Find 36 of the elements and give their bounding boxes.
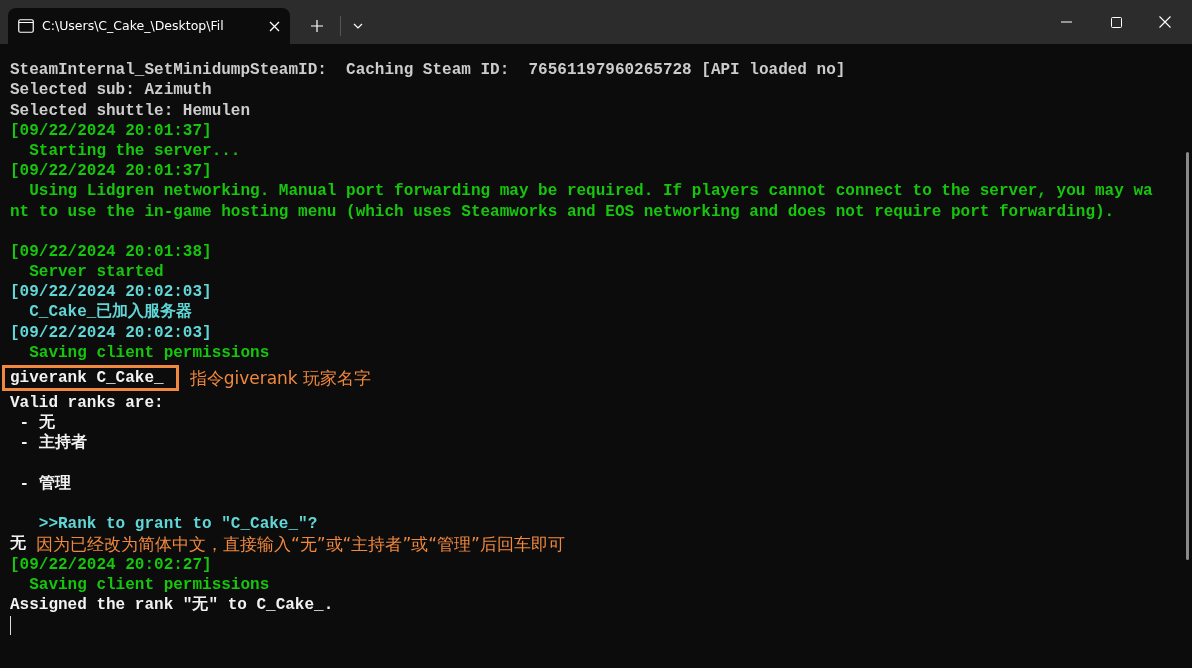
dropdown-icon[interactable] bbox=[353, 23, 363, 29]
terminal-icon bbox=[18, 19, 34, 33]
console-line: [09/22/2024 20:01:38] bbox=[10, 241, 212, 263]
console-line: nt to use the in-game hosting menu (which uses Steamworks and EOS networking and does not require port forwarding). bbox=[10, 201, 1115, 222]
maximize-icon[interactable] bbox=[1111, 16, 1122, 28]
console-line: [09/22/2024 20:02:03] bbox=[10, 282, 212, 302]
terminal-tab[interactable]: C:\Users\C_Cake_\Desktop\Fil bbox=[8, 8, 290, 44]
annotation-text: 因为已经改为简体中文，直接输入“无”或“主持者”或“管理”后回车即可 bbox=[36, 534, 565, 555]
text-cursor bbox=[10, 615, 11, 635]
console-line: - 无 bbox=[18, 413, 55, 433]
console-line: [09/22/2024 20:02:03] bbox=[10, 322, 212, 343]
console-line: Valid ranks are: bbox=[10, 393, 164, 414]
console-line: Starting the server... bbox=[28, 140, 241, 162]
add-icon[interactable] bbox=[311, 20, 323, 32]
console-line: >>Rank to grant to "C_Cake_"? bbox=[37, 514, 318, 535]
console-line: Server started bbox=[28, 262, 164, 283]
console-line: [09/22/2024 20:02:27] bbox=[10, 554, 212, 575]
console-line: - 主持者 bbox=[18, 433, 87, 454]
console-line: C_Cake_已加入服务器 bbox=[28, 302, 193, 323]
command-text: giverank C_Cake_ bbox=[10, 369, 164, 387]
console-line: Selected sub: Azimuth bbox=[10, 80, 212, 101]
annotation-text: 指令giverank 玩家名字 bbox=[189, 367, 372, 389]
console-line: Selected shuttle: Hemulen bbox=[10, 100, 251, 121]
console-line: Saving client permissions bbox=[28, 342, 270, 364]
console-line: 无 bbox=[10, 534, 26, 555]
tab-title: C:\Users\C_Cake_\Desktop\Fil bbox=[42, 16, 225, 35]
console-line: Saving client permissions bbox=[28, 574, 270, 595]
console-line: Using Lidgren networking. Manual port forwarding may be required. If players cannot connect to the server, you may wa bbox=[28, 181, 1153, 202]
scrollbar[interactable] bbox=[1186, 152, 1189, 560]
close-icon[interactable] bbox=[1159, 16, 1171, 28]
console-line: [09/22/2024 20:01:37] bbox=[10, 161, 212, 182]
console-line: Assigned the rank "无" to C_Cake_. bbox=[10, 594, 334, 616]
close-icon[interactable] bbox=[269, 20, 280, 32]
console-line: [09/22/2024 20:01:37] bbox=[10, 120, 212, 141]
console-line: - 管理 bbox=[18, 473, 71, 494]
console-line: SteamInternal_SetMinidumpSteamID: Caching Steam ID: 76561197960265728 [API loaded no] bbox=[10, 60, 846, 81]
